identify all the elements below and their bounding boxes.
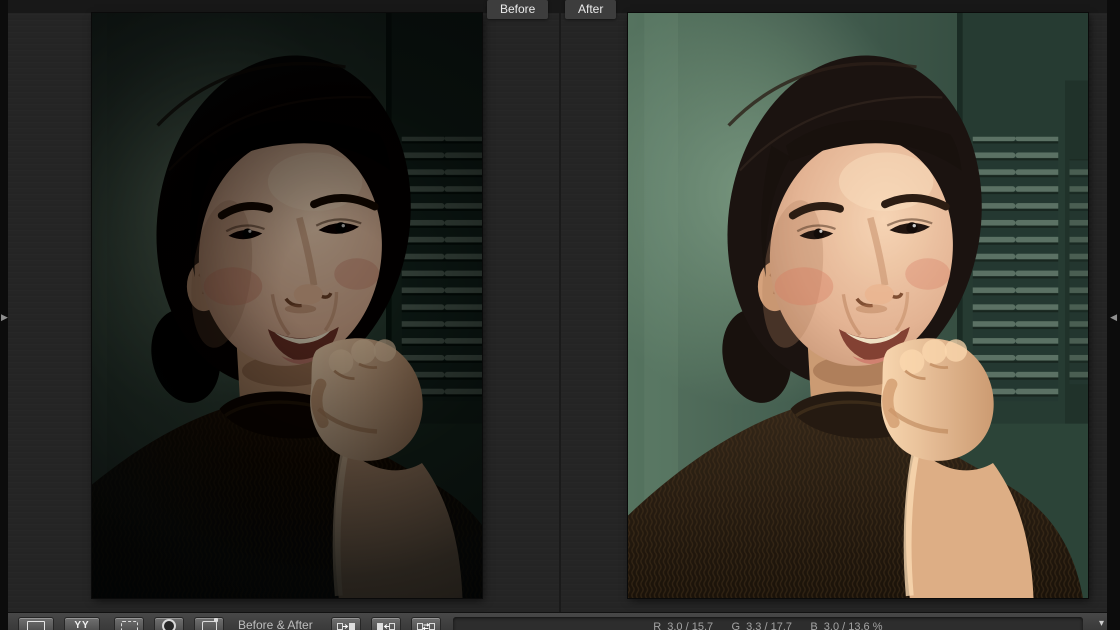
rgb-readout-text: R 3.0 / 15.7 G 3.3 / 17.7 B 3.0 / 13.6 % <box>653 621 882 630</box>
copy-after-to-before-button[interactable] <box>371 617 401 630</box>
portrait-before-image <box>92 13 482 598</box>
before-after-view-icon: YY <box>74 621 89 630</box>
before-photo[interactable] <box>92 13 482 598</box>
spot-removal-button[interactable] <box>154 617 184 630</box>
before-after-view-button[interactable]: YY <box>64 617 100 630</box>
right-panel-expand-arrow-icon[interactable]: ◀ <box>1110 313 1117 322</box>
rgb-readout-field: R 3.0 / 15.7 G 3.3 / 17.7 B 3.0 / 13.6 % <box>453 617 1083 630</box>
bottom-toolbar: YY Before & After <box>8 612 1107 630</box>
copy-after-to-before-icon <box>377 621 395 630</box>
after-photo[interactable] <box>628 13 1088 598</box>
adjustment-tool-button[interactable] <box>194 617 224 630</box>
swap-before-after-icon <box>417 621 435 630</box>
copy-before-to-after-button[interactable] <box>331 617 361 630</box>
tab-before: Before <box>487 0 548 19</box>
left-panel-expand-arrow-icon[interactable]: ▶ <box>1 313 8 322</box>
pane-divider <box>559 13 561 612</box>
crop-overlay-button[interactable] <box>114 617 144 630</box>
swap-before-after-button[interactable] <box>411 617 441 630</box>
adjustment-tool-icon <box>202 621 217 630</box>
loupe-view-icon <box>27 621 45 630</box>
loupe-view-button[interactable] <box>18 617 54 630</box>
top-strip <box>8 0 1107 13</box>
spot-removal-icon <box>162 619 176 630</box>
tab-after: After <box>565 0 616 19</box>
portrait-after-image <box>628 13 1088 598</box>
copy-before-to-after-icon <box>337 621 355 630</box>
crop-overlay-icon <box>121 621 138 630</box>
app-window: Before After ▶ ◀ YY Before & After <box>0 0 1120 630</box>
toolbar-options-arrow-icon[interactable]: ▾ <box>1099 618 1104 629</box>
view-mode-label: Before & After <box>238 617 313 630</box>
